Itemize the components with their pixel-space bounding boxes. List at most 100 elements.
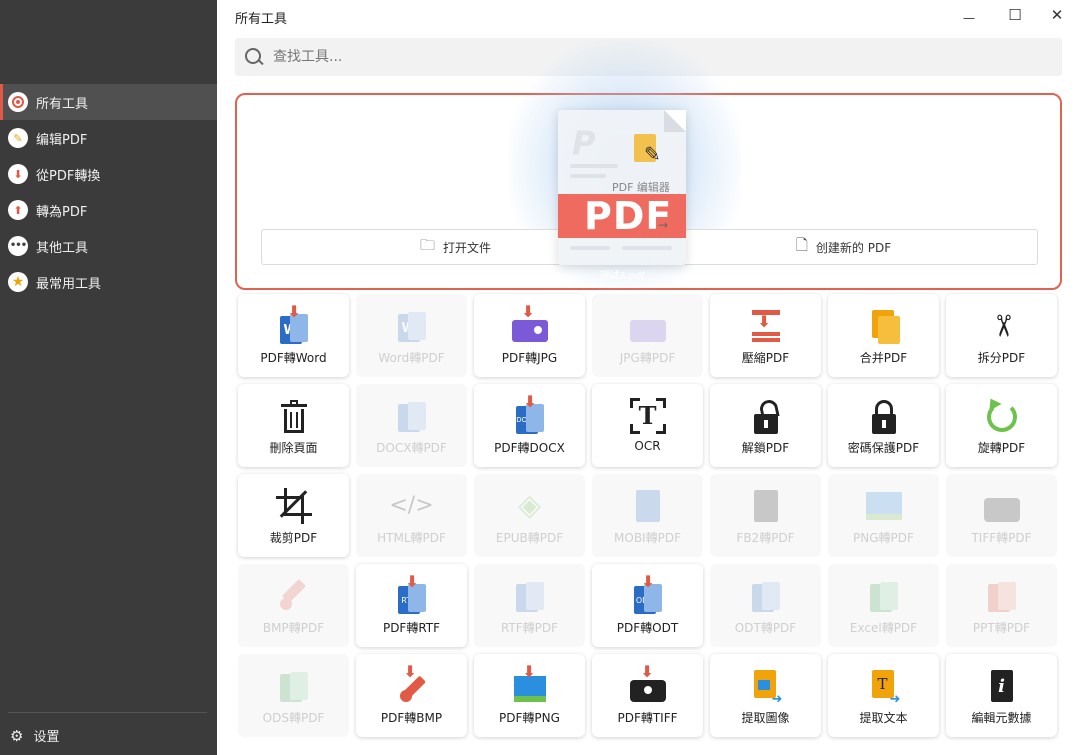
sidebar-item-label: 所有工具 — [36, 96, 89, 112]
tool-pdf-to-docx[interactable]: DOCX ⬇ PDF轉DOCX — [474, 384, 585, 467]
mobi-to-pdf-icon — [630, 488, 666, 524]
more-tools-icon: ••• — [8, 236, 28, 256]
sidebar-item-convert-to-pdf[interactable]: ⬆ 轉為PDF — [0, 192, 217, 228]
create-pdf-label: 创建新的 PDF — [815, 240, 892, 255]
tool-label: Excel轉PDF — [849, 621, 918, 635]
tool-pdf-to-tiff[interactable]: ⬇ PDF轉TIFF — [592, 654, 703, 737]
tool-pdf-to-bmp[interactable]: ⬇ PDF轉BMP — [356, 654, 467, 737]
pencil-icon — [634, 134, 661, 166]
tool-crop-pdf[interactable]: 裁剪PDF — [238, 474, 349, 557]
minimize-icon: — — [963, 11, 975, 25]
word-to-pdf-icon: W — [394, 308, 430, 344]
tool-html-to-pdf: </> HTML轉PDF — [356, 474, 467, 557]
tool-label: PPT轉PDF — [972, 621, 1031, 635]
tool-label: ODT轉PDF — [734, 621, 797, 635]
bmp-to-pdf-icon — [276, 578, 312, 614]
fb2-to-pdf-icon — [748, 488, 784, 524]
pdf-to-tiff-icon: ⬇ — [629, 664, 666, 704]
sidebar-item-label: 编辑PDF — [36, 132, 88, 148]
tool-label: PDF轉BMP — [380, 711, 443, 725]
tool-label: PDF轉JPG — [501, 351, 558, 365]
unlock-icon — [748, 398, 784, 434]
tool-compress-pdf[interactable]: ⬇ 壓縮PDF — [710, 294, 821, 377]
window-title: 所有工具 — [235, 12, 288, 27]
extract-images-icon: ➜ — [748, 668, 784, 707]
tool-epub-to-pdf: ◈ EPUB轉PDF — [474, 474, 585, 557]
rtf-to-pdf-icon — [512, 578, 548, 614]
tool-jpg-to-pdf: JPG轉PDF — [592, 294, 703, 377]
edit-pdf-icon: ✎ — [8, 128, 28, 148]
tool-extract-images[interactable]: ➜ 提取圖像 — [710, 654, 821, 737]
tool-label: PDF轉ODT — [616, 621, 679, 635]
minimize-button[interactable]: — — [954, 4, 984, 26]
title-bar: 所有工具 — ☐ ✕ — [217, 0, 1080, 34]
jpg-to-pdf-icon — [629, 308, 666, 344]
scissors-icon: ✂ — [984, 313, 1020, 339]
tool-label: PDF轉Word — [260, 351, 327, 365]
pdf-to-jpg-icon: ⬇ — [511, 304, 548, 344]
sidebar-item-label: 轉為PDF — [36, 204, 88, 220]
tool-pdf-to-word[interactable]: W ⬇ PDF轉Word — [238, 294, 349, 377]
tool-merge-pdf[interactable]: 合并PDF — [828, 294, 939, 377]
maximize-button[interactable]: ☐ — [1000, 4, 1030, 26]
compress-icon: ⬇ — [748, 308, 784, 344]
text-line — [570, 164, 618, 168]
extract-text-icon: T ➜ — [866, 668, 902, 707]
tool-label: PDF轉PNG — [499, 711, 560, 725]
settings-button[interactable]: ⚙ 设置 — [10, 726, 59, 746]
docx-to-pdf-icon — [394, 398, 430, 434]
tool-label: 密碼保護PDF — [847, 441, 920, 455]
tool-label: ODS轉PDF — [262, 711, 325, 725]
convert-from-pdf-icon: ⬇ — [8, 164, 28, 184]
tool-pdf-to-jpg[interactable]: ⬇ PDF轉JPG — [474, 294, 585, 377]
merge-icon — [866, 308, 902, 344]
gear-icon: ⚙ — [10, 726, 24, 745]
sidebar-item-edit-pdf[interactable]: ✎ 编辑PDF — [0, 120, 217, 156]
editor-label: PDF 编辑器 — [612, 181, 670, 194]
tool-password-protect[interactable]: 密碼保護PDF — [828, 384, 939, 467]
create-pdf-button[interactable]: 🗋 创建新的 PDF — [649, 230, 1037, 264]
html-to-pdf-icon: </> — [389, 493, 434, 518]
pdf-to-word-icon: W ⬇ — [276, 304, 312, 344]
folder-icon: 🗀 — [419, 235, 435, 254]
tool-edit-metadata[interactable]: i 編輯元數據 — [946, 654, 1057, 737]
tool-unlock-pdf[interactable]: 解鎖PDF — [710, 384, 821, 467]
close-button[interactable]: ✕ — [1042, 4, 1072, 26]
png-to-pdf-icon — [865, 488, 902, 524]
tool-ocr[interactable]: T OCR — [592, 384, 703, 467]
new-file-icon: 🗋 — [795, 235, 808, 254]
tool-extract-text[interactable]: T ➜ 提取文本 — [828, 654, 939, 737]
tiff-to-pdf-icon — [983, 488, 1020, 524]
arrow-right-icon: → — [658, 218, 669, 232]
sidebar-item-frequent-tools[interactable]: ★ 最常用工具 — [0, 264, 217, 300]
odt-to-pdf-icon — [748, 578, 784, 614]
text-line — [570, 246, 610, 250]
pdf-to-odt-icon: ODT ⬇ — [630, 574, 666, 614]
search-input[interactable] — [273, 49, 973, 65]
tool-label: PDF轉TIFF — [617, 711, 678, 725]
tool-excel-to-pdf: Excel轉PDF — [828, 564, 939, 647]
tool-odt-to-pdf: ODT轉PDF — [710, 564, 821, 647]
tool-label: DOCX轉PDF — [376, 441, 447, 455]
tool-pdf-to-rtf[interactable]: RTF ⬇ PDF轉RTF — [356, 564, 467, 647]
tool-label: OCR — [634, 439, 661, 453]
tool-delete-pages[interactable]: 刪除頁面 — [238, 384, 349, 467]
tool-label: 解鎖PDF — [741, 441, 790, 455]
tool-pdf-to-png[interactable]: ⬇ PDF轉PNG — [474, 654, 585, 737]
maximize-icon: ☐ — [1008, 6, 1022, 24]
tool-bmp-to-pdf: BMP轉PDF — [238, 564, 349, 647]
sidebar-item-convert-from-pdf[interactable]: ⬇ 從PDF轉換 — [0, 156, 217, 192]
tool-label: 編輯元數據 — [971, 711, 1032, 725]
tool-pdf-to-odt[interactable]: ODT ⬇ PDF轉ODT — [592, 564, 703, 647]
pdf-to-bmp-icon: ⬇ — [394, 664, 430, 704]
sidebar-item-all-tools[interactable]: 所有工具 — [0, 84, 217, 120]
dragged-file[interactable]: P PDF 编辑器 PDF → 测试3.pdf — [558, 110, 686, 282]
tool-docx-to-pdf: DOCX轉PDF — [356, 384, 467, 467]
epub-to-pdf-icon: ◈ — [517, 488, 542, 523]
convert-to-pdf-icon: ⬆ — [8, 200, 28, 220]
sidebar-item-more-tools[interactable]: ••• 其他工具 — [0, 228, 217, 264]
tool-split-pdf[interactable]: ✂ 拆分PDF — [946, 294, 1057, 377]
tool-rotate-pdf[interactable]: 旋轉PDF — [946, 384, 1057, 467]
star-icon: ★ — [8, 272, 28, 292]
tool-tiff-to-pdf: TIFF轉PDF — [946, 474, 1057, 557]
